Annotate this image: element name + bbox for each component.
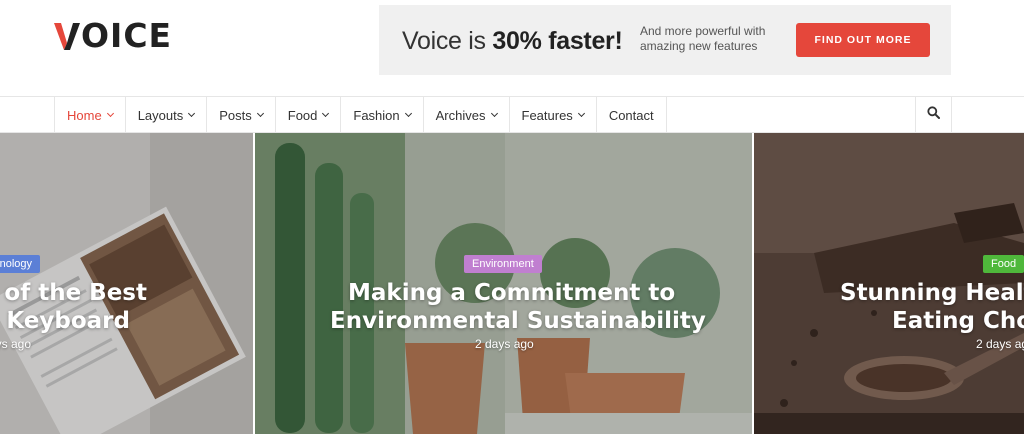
slide-technology[interactable]: nology es of the Best c Keyboard ays ago: [0, 133, 253, 434]
nav-item-posts[interactable]: Posts: [207, 97, 276, 133]
site-logo[interactable]: OICE: [54, 18, 172, 54]
nav-label: Food: [287, 107, 318, 123]
logo-v-mark: [54, 21, 80, 51]
slide-date: ays ago: [0, 337, 31, 351]
slide-date: 2 days ago: [475, 337, 534, 351]
nav-item-layouts[interactable]: Layouts: [126, 97, 208, 133]
nav-label: Posts: [219, 107, 252, 123]
promo-banner[interactable]: Voice is 30% faster! And more powerful w…: [379, 5, 951, 75]
chevron-down-icon: [404, 109, 412, 118]
nav-item-food[interactable]: Food: [276, 97, 342, 133]
slide-title-line2[interactable]: c Keyboard: [0, 307, 130, 335]
category-badge[interactable]: Environment: [464, 255, 542, 273]
category-badge[interactable]: nology: [0, 255, 40, 273]
promo-subtitle: And more powerful with amazing new featu…: [640, 24, 766, 53]
slide-title-line1[interactable]: es of the Best: [0, 279, 147, 307]
main-navigation: Home Layouts Posts Food Fashion Archives…: [0, 96, 1024, 133]
find-out-more-button[interactable]: FIND OUT MORE: [796, 23, 930, 57]
nav-item-fashion[interactable]: Fashion: [341, 97, 424, 133]
search-icon: [927, 106, 940, 124]
category-badge[interactable]: Food: [983, 255, 1024, 273]
promo-title: Voice is 30% faster!: [402, 27, 623, 55]
nav-label: Contact: [608, 107, 654, 123]
slide-title-line1[interactable]: Stunning Healtl: [840, 279, 1024, 307]
slide-date: 2 days ago: [976, 337, 1024, 351]
slide-environment[interactable]: Environment Making a Commitment to Envir…: [255, 133, 752, 434]
slide-food[interactable]: Food Stunning Healtl Eating Cho 2 days a…: [754, 133, 1024, 434]
nav-label: Layouts: [137, 107, 184, 123]
nav-label: Features: [521, 107, 573, 123]
slide-title-line1[interactable]: Making a Commitment to: [348, 279, 675, 307]
site-header: OICE Voice is 30% faster! And more power…: [0, 0, 1024, 96]
nav-label: Archives: [435, 107, 486, 123]
nav-item-contact[interactable]: Contact: [597, 97, 667, 133]
logo-text: OICE: [81, 16, 173, 55]
chevron-down-icon: [322, 109, 330, 118]
nav-item-home[interactable]: Home: [55, 97, 126, 133]
nav-label: Home: [67, 107, 102, 123]
chevron-down-icon: [106, 109, 114, 118]
chevron-down-icon: [490, 109, 498, 118]
chevron-down-icon: [188, 109, 196, 118]
nav-item-features[interactable]: Features: [510, 97, 597, 133]
nav-label: Fashion: [353, 107, 400, 123]
featured-slider: nology es of the Best c Keyboard ays ago…: [0, 133, 1024, 434]
slide-title-line2[interactable]: Eating Cho: [892, 307, 1024, 335]
search-button[interactable]: [915, 97, 952, 133]
chevron-down-icon: [577, 109, 585, 118]
nav-item-archives[interactable]: Archives: [424, 97, 510, 133]
slide-title-line2[interactable]: Environmental Sustainability: [330, 307, 706, 335]
nav-menu: Home Layouts Posts Food Fashion Archives…: [54, 97, 667, 133]
chevron-down-icon: [256, 109, 264, 118]
